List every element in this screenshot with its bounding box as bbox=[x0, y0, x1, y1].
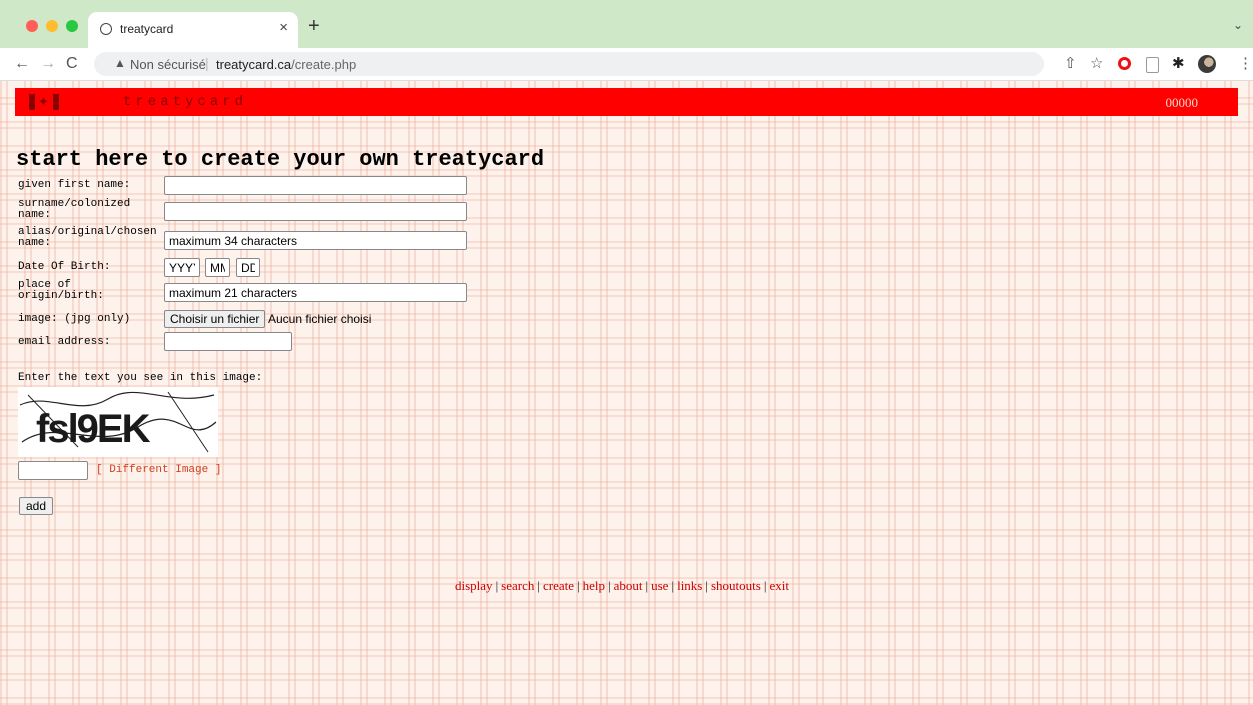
footer-link-search[interactable]: search bbox=[501, 578, 534, 593]
captcha-prompt: Enter the text you see in this image: bbox=[18, 372, 263, 384]
divider: | bbox=[205, 55, 209, 71]
footer-link-shoutouts[interactable]: shoutouts bbox=[711, 578, 761, 593]
footer-separator: | bbox=[537, 578, 540, 593]
footer-link-use[interactable]: use bbox=[651, 578, 668, 593]
tab-close-icon[interactable]: × bbox=[279, 19, 288, 36]
bookmark-star-icon[interactable]: ☆ bbox=[1090, 55, 1103, 73]
different-image-link[interactable]: [ Different Image ] bbox=[96, 464, 221, 476]
security-warning[interactable]: Non sécurisé bbox=[130, 57, 206, 72]
warning-icon: ▲ bbox=[114, 56, 126, 70]
browser-menu-icon[interactable]: ⋮ bbox=[1238, 55, 1253, 73]
footer-link-display[interactable]: display bbox=[455, 578, 493, 593]
back-icon[interactable]: ← bbox=[14, 54, 30, 74]
window-zoom-button[interactable] bbox=[66, 20, 78, 32]
dob-day-input[interactable] bbox=[236, 258, 260, 277]
alias-label: alias/original/chosen name: bbox=[18, 226, 157, 249]
browser-tab-bar: treatycard × + ⌄ bbox=[0, 0, 1253, 48]
new-tab-button[interactable]: + bbox=[308, 16, 320, 36]
footer-separator: | bbox=[495, 578, 499, 593]
opera-extension-icon[interactable] bbox=[1118, 57, 1131, 70]
browser-tab[interactable]: treatycard × bbox=[88, 12, 298, 48]
address-bar[interactable]: ▲ Non sécurisé | treatycard.ca/create.ph… bbox=[94, 52, 1044, 76]
footer-separator: | bbox=[705, 578, 708, 593]
email-label: email address: bbox=[18, 336, 111, 348]
captcha-image: fsl9EK bbox=[18, 387, 218, 457]
url-text[interactable]: treatycard.ca/create.php bbox=[216, 57, 356, 72]
surname-label: surname/colonized name: bbox=[18, 198, 131, 221]
dob-label: Date Of Birth: bbox=[18, 261, 111, 273]
reader-mode-icon[interactable] bbox=[1146, 57, 1159, 73]
given-name-input[interactable] bbox=[164, 176, 467, 195]
add-button[interactable]: add bbox=[19, 497, 54, 515]
canada-flag-icon: ✦ bbox=[29, 94, 59, 110]
share-icon[interactable]: ⇧ bbox=[1064, 55, 1077, 73]
page-content: ✦ treatycard 00000 start here to create … bbox=[0, 81, 1253, 705]
url-path: /create.php bbox=[291, 57, 357, 72]
footer-link-links[interactable]: links bbox=[677, 578, 702, 593]
captcha-text: fsl9EK bbox=[36, 407, 151, 451]
window-close-button[interactable] bbox=[26, 20, 38, 32]
given-name-label: given first name: bbox=[18, 179, 131, 191]
forward-icon[interactable]: → bbox=[40, 54, 56, 74]
footer-nav: display | search | create | help | about | use | lin… bbox=[455, 578, 789, 594]
surname-input[interactable] bbox=[164, 202, 467, 221]
footer-separator: | bbox=[763, 578, 767, 593]
window-minimize-button[interactable] bbox=[46, 20, 58, 32]
footer-link-help[interactable]: help bbox=[583, 578, 605, 593]
dob-year-input[interactable] bbox=[164, 258, 200, 277]
place-input[interactable] bbox=[164, 283, 467, 302]
footer-link-create[interactable]: create bbox=[543, 578, 574, 593]
page-title: start here to create your own treatycard bbox=[16, 147, 545, 172]
footer-link-about[interactable]: about bbox=[614, 578, 643, 593]
choose-file-button[interactable]: Choisir un fichier bbox=[164, 310, 266, 328]
image-label: image: (jpg only) bbox=[18, 313, 131, 325]
tab-search-icon[interactable]: ⌄ bbox=[1233, 18, 1243, 32]
dob-month-input[interactable] bbox=[205, 258, 230, 277]
footer-separator: | bbox=[645, 578, 649, 593]
reload-icon[interactable]: C bbox=[66, 54, 78, 74]
extensions-puzzle-icon[interactable]: ✱ bbox=[1172, 55, 1185, 73]
site-brand[interactable]: treatycard bbox=[123, 94, 247, 110]
footer-link-exit[interactable]: exit bbox=[769, 578, 789, 593]
tab-title: treatycard bbox=[120, 22, 174, 36]
footer-separator: | bbox=[608, 578, 611, 593]
footer-separator: | bbox=[671, 578, 675, 593]
place-label: place of origin/birth: bbox=[18, 279, 104, 302]
email-input[interactable] bbox=[164, 332, 292, 351]
url-host: treatycard.ca bbox=[216, 57, 292, 72]
alias-input[interactable] bbox=[164, 231, 467, 250]
card-counter: 00000 bbox=[1165, 95, 1199, 110]
file-status: Aucun fichier choisi bbox=[268, 312, 372, 326]
captcha-input[interactable] bbox=[18, 461, 88, 480]
globe-icon bbox=[100, 23, 112, 35]
browser-toolbar: ← → C ▲ Non sécurisé | treatycard.ca/cre… bbox=[0, 48, 1253, 81]
footer-separator: | bbox=[577, 578, 580, 593]
profile-avatar[interactable] bbox=[1198, 55, 1216, 73]
site-banner: ✦ treatycard 00000 bbox=[15, 88, 1238, 116]
